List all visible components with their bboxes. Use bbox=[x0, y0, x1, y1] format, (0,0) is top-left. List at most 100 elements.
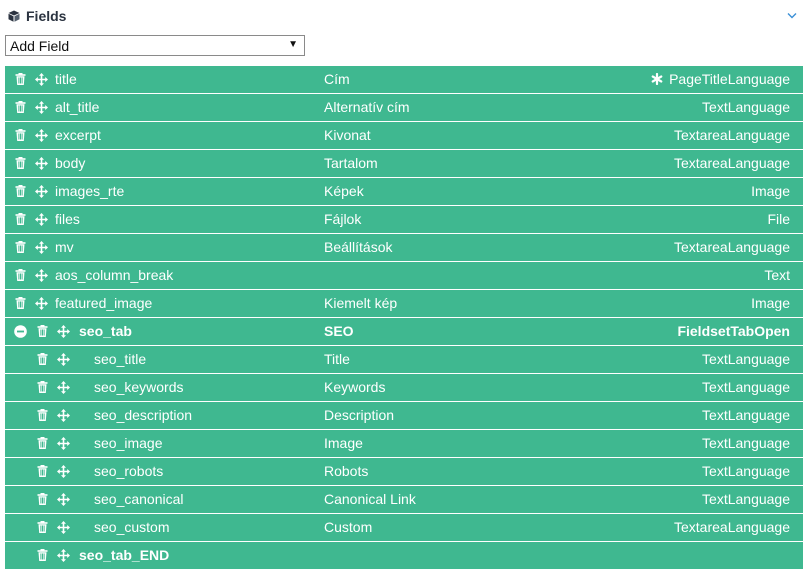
move-icon[interactable] bbox=[56, 324, 70, 338]
field-row-seo-keywords[interactable]: seo_keywords Keywords TextLanguage bbox=[5, 374, 803, 401]
field-row-featured-image[interactable]: featured_image Kiemelt kép Image bbox=[5, 290, 803, 317]
field-type-label: TextLanguage bbox=[702, 379, 790, 395]
field-type: Text bbox=[764, 267, 790, 283]
move-icon[interactable] bbox=[34, 128, 48, 142]
trash-icon[interactable] bbox=[35, 436, 49, 450]
trash-icon[interactable] bbox=[35, 352, 49, 366]
field-row-seo-canonical[interactable]: seo_canonical Canonical Link TextLanguage bbox=[5, 486, 803, 513]
field-label: Fájlok bbox=[324, 211, 362, 227]
move-icon[interactable] bbox=[56, 464, 70, 478]
move-icon[interactable] bbox=[56, 520, 70, 534]
move-icon[interactable] bbox=[34, 100, 48, 114]
trash-icon[interactable] bbox=[13, 184, 27, 198]
field-name: seo_custom bbox=[94, 519, 170, 535]
field-name: body bbox=[55, 155, 86, 171]
trash-icon[interactable] bbox=[13, 268, 27, 282]
field-label: Robots bbox=[324, 463, 369, 479]
field-row-seo-tab-END[interactable]: seo_tab_END bbox=[5, 542, 803, 569]
field-row-seo-image[interactable]: seo_image Image TextLanguage bbox=[5, 430, 803, 457]
minus-circle-icon[interactable] bbox=[13, 324, 27, 338]
field-type-label: File bbox=[767, 211, 790, 227]
trash-icon[interactable] bbox=[13, 296, 27, 310]
field-type-label: Image bbox=[751, 183, 790, 199]
field-row-seo-tab[interactable]: seo_tab SEO FieldsetTabOpen bbox=[5, 318, 803, 345]
field-type: TextLanguage bbox=[702, 99, 790, 115]
field-name: seo_description bbox=[94, 407, 193, 423]
field-row-mv[interactable]: mv Beállítások TextareaLanguage bbox=[5, 234, 803, 261]
field-label: Kivonat bbox=[324, 127, 371, 143]
move-icon[interactable] bbox=[34, 240, 48, 254]
field-name: seo_robots bbox=[94, 463, 164, 479]
trash-icon[interactable] bbox=[13, 128, 27, 142]
trash-icon[interactable] bbox=[13, 100, 27, 114]
move-icon[interactable] bbox=[34, 268, 48, 282]
field-name: images_rte bbox=[55, 183, 125, 199]
move-icon[interactable] bbox=[56, 492, 70, 506]
field-name: seo_image bbox=[94, 435, 163, 451]
field-row-seo-title[interactable]: seo_title Title TextLanguage bbox=[5, 346, 803, 373]
move-icon[interactable] bbox=[34, 184, 48, 198]
trash-icon[interactable] bbox=[35, 324, 49, 338]
field-type-label: TextareaLanguage bbox=[674, 127, 790, 143]
field-row-seo-robots[interactable]: seo_robots Robots TextLanguage bbox=[5, 458, 803, 485]
field-label: SEO bbox=[324, 323, 354, 339]
trash-icon[interactable] bbox=[35, 408, 49, 422]
field-type: TextLanguage bbox=[702, 491, 790, 507]
field-type: TextLanguage bbox=[702, 379, 790, 395]
field-type-label: TextLanguage bbox=[702, 407, 790, 423]
field-type-label: TextLanguage bbox=[702, 99, 790, 115]
field-row-title[interactable]: title Cím PageTitleLanguage bbox=[5, 66, 803, 93]
trash-icon[interactable] bbox=[13, 212, 27, 226]
field-label: Cím bbox=[324, 71, 350, 87]
field-label: Kiemelt kép bbox=[324, 295, 398, 311]
trash-icon[interactable] bbox=[35, 464, 49, 478]
field-label: Alternatív cím bbox=[324, 99, 410, 115]
field-row-excerpt[interactable]: excerpt Kivonat TextareaLanguage bbox=[5, 122, 803, 149]
field-type-label: TextLanguage bbox=[702, 491, 790, 507]
field-type-label: Image bbox=[751, 295, 790, 311]
add-field-select[interactable]: Add Field ▼ bbox=[5, 35, 305, 56]
move-icon[interactable] bbox=[56, 408, 70, 422]
field-row-seo-custom[interactable]: seo_custom Custom TextareaLanguage bbox=[5, 514, 803, 541]
asterisk-icon bbox=[651, 73, 663, 85]
trash-icon[interactable] bbox=[35, 548, 49, 562]
trash-icon[interactable] bbox=[13, 72, 27, 86]
trash-icon[interactable] bbox=[35, 492, 49, 506]
fields-list: title Cím PageTitleLanguage alt_title Altern… bbox=[5, 66, 803, 570]
move-icon[interactable] bbox=[56, 352, 70, 366]
field-type: TextLanguage bbox=[702, 435, 790, 451]
add-field-selected: Add Field bbox=[10, 37, 70, 54]
move-icon[interactable] bbox=[34, 212, 48, 226]
field-row-aos-column-break[interactable]: aos_column_break Text bbox=[5, 262, 803, 289]
trash-icon[interactable] bbox=[35, 520, 49, 534]
field-type: FieldsetTabOpen bbox=[677, 323, 790, 339]
field-row-alt-title[interactable]: alt_title Alternatív cím TextLanguage bbox=[5, 94, 803, 121]
field-row-seo-description[interactable]: seo_description Description TextLanguage bbox=[5, 402, 803, 429]
field-type: TextareaLanguage bbox=[674, 155, 790, 171]
move-icon[interactable] bbox=[56, 380, 70, 394]
trash-icon[interactable] bbox=[35, 380, 49, 394]
field-name: mv bbox=[55, 239, 74, 255]
field-type-label: TextareaLanguage bbox=[674, 155, 790, 171]
move-icon[interactable] bbox=[34, 72, 48, 86]
field-type-label: TextareaLanguage bbox=[674, 239, 790, 255]
field-row-body[interactable]: body Tartalom TextareaLanguage bbox=[5, 150, 803, 177]
trash-icon[interactable] bbox=[13, 240, 27, 254]
field-type: TextLanguage bbox=[702, 463, 790, 479]
field-type-label: TextareaLanguage bbox=[674, 519, 790, 535]
field-name: seo_canonical bbox=[94, 491, 184, 507]
move-icon[interactable] bbox=[56, 436, 70, 450]
move-icon[interactable] bbox=[34, 296, 48, 310]
field-type: TextareaLanguage bbox=[674, 239, 790, 255]
field-row-images-rte[interactable]: images_rte Képek Image bbox=[5, 178, 803, 205]
field-name: seo_tab bbox=[79, 323, 132, 339]
field-label: Keywords bbox=[324, 379, 386, 395]
trash-icon[interactable] bbox=[13, 156, 27, 170]
move-icon[interactable] bbox=[34, 156, 48, 170]
field-name: seo_tab_END bbox=[79, 547, 170, 563]
chevron-down-icon[interactable] bbox=[785, 8, 799, 22]
move-icon[interactable] bbox=[56, 548, 70, 562]
cube-icon bbox=[6, 8, 22, 24]
field-row-files[interactable]: files Fájlok File bbox=[5, 206, 803, 233]
panel-header[interactable]: Fields bbox=[0, 0, 807, 32]
